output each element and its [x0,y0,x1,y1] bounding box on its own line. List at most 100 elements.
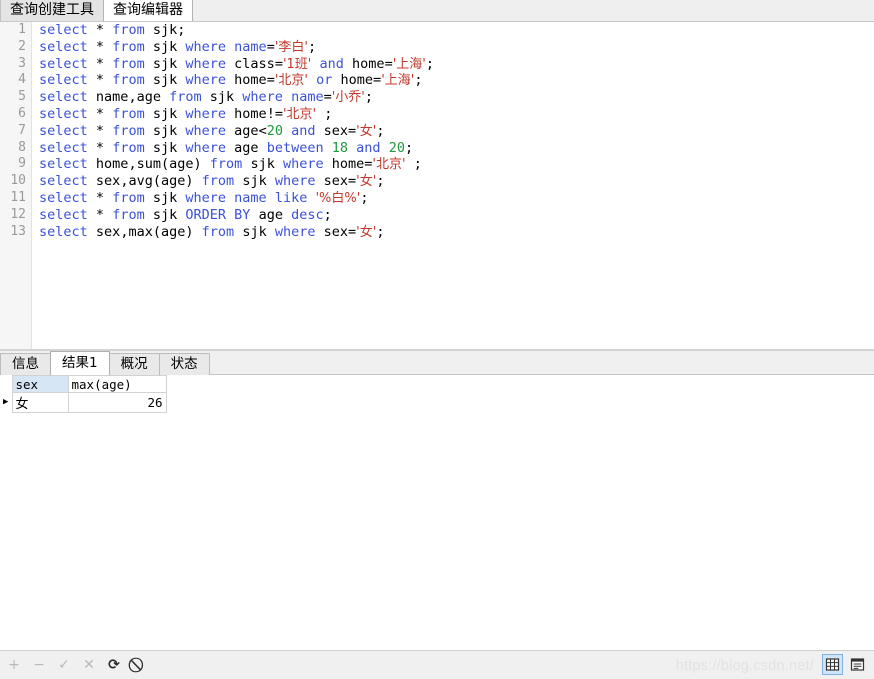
sql-token-kw: select [39,189,88,206]
table-cell[interactable]: 女 [11,392,69,413]
sql-token-kw: select [39,156,88,173]
sql-token-kw: from [201,223,235,240]
sql-token-op: * [95,38,105,55]
grid-view-button[interactable] [822,654,843,675]
sql-token-id: home [352,55,385,72]
sql-token-id: max [128,223,153,240]
sql-token-op [267,224,275,240]
stop-button[interactable]: ⃠ [131,657,147,673]
result-table[interactable]: sex max(age) ▶ 女 26 [0,375,167,413]
result-tabbar: 信息 结果1 概况 状态 [0,351,874,375]
sql-token-kw: select [39,206,88,223]
sql-token-id: home [234,72,267,89]
column-header[interactable]: sex [11,375,69,393]
sql-token-op [104,140,112,156]
sql-token-op: ; [324,105,333,122]
result-grid-pane[interactable]: sex max(age) ▶ 女 26 [0,375,874,650]
sql-token-id: home [331,156,365,173]
sql-token-kw: where [185,122,227,139]
sql-token-op [202,89,210,105]
sql-token-op [202,156,210,172]
sql-token-id: sjk [152,72,178,89]
line-number: 2 [18,38,26,54]
sql-token-id: sex [323,173,349,190]
sql-token-op: * [95,122,105,139]
sql-token-op [283,123,291,139]
sql-token-op: ; [376,223,385,240]
sql-token-op: ; [360,189,369,206]
sql-token-op [381,140,389,156]
sql-token-kw: and [319,55,344,72]
sql-token-kw: select [39,139,88,156]
line-number: 8 [18,139,26,155]
sql-token-op [88,106,96,122]
sql-token-id: age [234,139,259,156]
result-tab-1[interactable]: 结果1 [50,351,110,375]
sql-token-kw: name [234,189,267,206]
sql-token-op [88,140,96,156]
sql-token-op [88,156,96,172]
result-header-row: sex max(age) [0,375,167,393]
sql-token-op [145,72,153,88]
sql-token-kw: and [291,122,316,139]
line-number: 7 [18,122,26,138]
delete-record-button: − [33,657,45,673]
table-cell[interactable]: 26 [67,392,167,413]
sql-token-id: sjk [152,122,178,139]
sql-token-kw: where [242,89,283,106]
sql-token-kw: select [39,223,88,240]
sql-token-kw: name [234,38,267,55]
sql-token-op: * [95,139,105,156]
line-number: 1 [18,22,26,37]
sql-token-kw: from [112,55,145,72]
sql-token-op: ; [413,156,422,173]
sql-token-kw: where [185,38,227,55]
sql-token-op [226,140,234,156]
sql-token-op: ; [376,173,385,190]
result-tab-3[interactable]: 状态 [158,353,210,375]
sql-token-op: ; [376,122,385,139]
sql-token-kw: and [356,139,381,156]
sql-token-id: sjk [152,139,178,156]
sql-token-kw: from [112,189,145,206]
sql-token-op [104,56,112,72]
sql-token-op: ( [160,156,170,173]
sql-token-str: '女' [356,123,377,139]
sql-token-op: != [266,105,283,122]
form-view-button[interactable] [847,654,868,675]
sql-line: select sex,avg(age) from sjk where sex='… [39,173,874,190]
refresh-button[interactable]: ⟳ [106,657,122,673]
sql-token-op [88,173,96,189]
editor-tab-1[interactable]: 查询编辑器 [103,0,193,21]
sql-token-op [88,224,96,240]
sql-token-str: '小乔' [331,90,365,106]
sql-token-kw: select [39,38,88,55]
sql-editor-pane[interactable]: 1 2 3 4 5 6 7 8 9 10 11 12 13 select * from sjk; sele… [0,22,874,349]
sql-token-id: sjk [209,89,235,106]
sql-token-op [226,72,234,88]
result-tab-2[interactable]: 概况 [108,353,160,375]
sql-token-op: ; [425,55,434,72]
sql-token-id: sjk [152,22,178,38]
sql-token-op: * [95,206,105,223]
record-action-icons: +−✓ ✕ ⟳⃠ [0,657,147,673]
sql-token-kw: from [209,156,243,173]
editor-tab-0[interactable]: 查询创建工具 [0,0,104,21]
result-tab-0[interactable]: 信息 [0,353,51,375]
sql-token-op [88,56,96,72]
sql-token-op [88,22,96,38]
column-header[interactable]: max(age) [67,375,167,393]
sql-token-op: ; [177,22,186,38]
sql-token-op [88,123,96,139]
sql-token-op: * [95,189,105,206]
sql-token-str: '上海' [381,73,415,89]
sql-token-op [104,72,112,88]
result-table-body[interactable]: ▶ 女 26 [0,392,167,413]
sql-token-op [226,190,234,206]
sql-token-str: '北京' [372,157,406,173]
sql-code-area[interactable]: select * from sjk; select * from sjk wher… [33,22,874,349]
sql-line: select * from sjk where home!='北京' ; [39,106,874,123]
table-row[interactable]: ▶ 女 26 [0,392,167,413]
cancel-change-button: ✕ [83,657,95,673]
sql-token-op [145,123,153,139]
